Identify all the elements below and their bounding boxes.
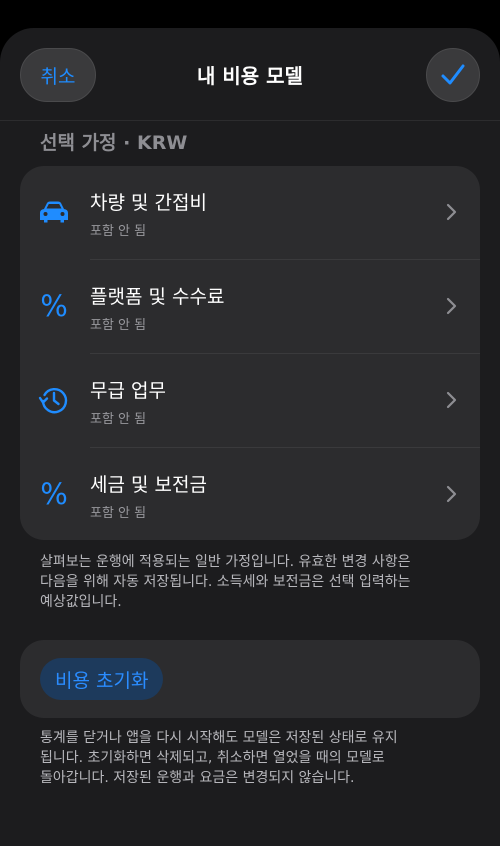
chevron-right-icon (446, 391, 457, 409)
assumptions-footnote: 살펴보는 운행에 적용되는 일반 가정입니다. 유효한 변경 사항은 다음을 위… (40, 552, 450, 612)
list-item-status: 포함 안 됨 (90, 412, 147, 427)
navigation-bar: 취소 내 비용 모델 (0, 28, 500, 124)
footnote-line: 예상값입니다. (40, 594, 122, 610)
car-icon (38, 196, 70, 228)
assumptions-list: 차량 및 간접비 포함 안 됨 % 플랫폼 및 수수료 포함 안 됨 무급 업무… (20, 166, 480, 540)
nav-divider (0, 120, 500, 121)
chevron-right-icon (446, 297, 457, 315)
list-item-label: 세금 및 보전금 (90, 474, 207, 496)
history-clock-icon (38, 384, 70, 416)
list-item-status: 포함 안 됨 (90, 224, 147, 239)
list-item-status: 포함 안 됨 (90, 318, 147, 333)
list-item-platform-fees[interactable]: % 플랫폼 및 수수료 포함 안 됨 (20, 260, 480, 354)
list-item-label: 차량 및 간접비 (90, 192, 207, 214)
chevron-right-icon (446, 485, 457, 503)
list-item-status: 포함 안 됨 (90, 506, 147, 521)
list-item-label: 무급 업무 (90, 380, 166, 402)
reset-section: 비용 초기화 (20, 640, 480, 718)
cost-model-sheet: 취소 내 비용 모델 선택 가정 · KRW 차량 및 간접비 포함 안 됨 %… (0, 28, 500, 846)
percent-icon: % (40, 476, 68, 511)
footnote-line: 통계를 닫거나 앱을 다시 시작해도 모델은 저장된 상태로 유지 (40, 730, 398, 746)
list-item-taxes-reserves[interactable]: % 세금 및 보전금 포함 안 됨 (20, 448, 480, 542)
list-item-label: 플랫폼 및 수수료 (90, 286, 225, 308)
percent-icon: % (40, 288, 68, 323)
section-title: 선택 가정 · KRW (40, 132, 188, 154)
footnote-line: 살펴보는 운행에 적용되는 일반 가정입니다. 유효한 변경 사항은 (40, 554, 411, 570)
footnote-line: 다음을 위해 자동 저장됩니다. 소득세와 보전금은 선택 입력하는 (40, 574, 411, 590)
checkmark-icon (441, 64, 465, 85)
footnote-line: 됩니다. 초기화하면 삭제되고, 취소하면 열었을 때의 모델로 (40, 750, 385, 766)
page-title: 내 비용 모델 (197, 64, 303, 88)
list-item-vehicle-overhead[interactable]: 차량 및 간접비 포함 안 됨 (20, 166, 480, 260)
reset-costs-button[interactable]: 비용 초기화 (40, 658, 164, 700)
reset-footnote: 통계를 닫거나 앱을 다시 시작해도 모델은 저장된 상태로 유지 됩니다. 초… (40, 728, 450, 788)
chevron-right-icon (446, 203, 457, 221)
list-item-unpaid-work[interactable]: 무급 업무 포함 안 됨 (20, 354, 480, 448)
confirm-button[interactable] (426, 48, 480, 102)
footnote-line: 돌아갑니다. 저장된 운행과 요금은 변경되지 않습니다. (40, 770, 355, 786)
